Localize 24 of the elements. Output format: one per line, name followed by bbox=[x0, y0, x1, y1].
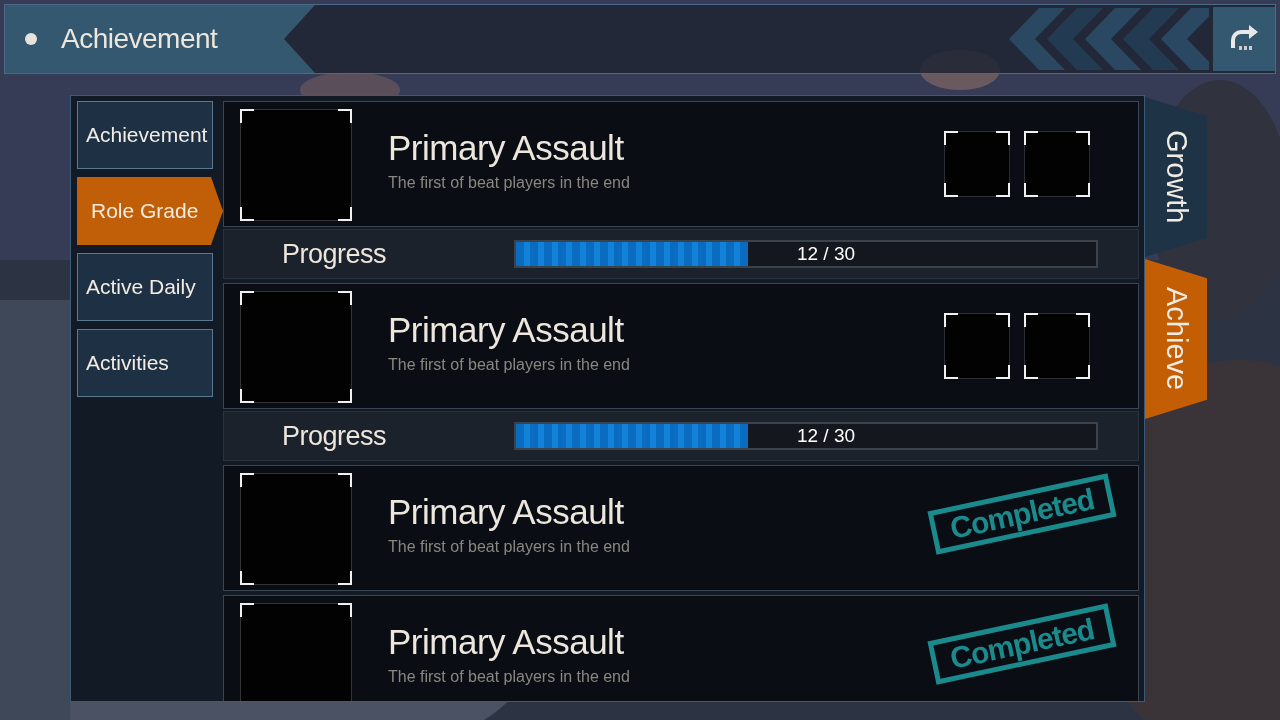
sidebar-tab[interactable]: Active Daily bbox=[77, 253, 213, 321]
bullet-icon bbox=[25, 33, 37, 45]
achievement-title: Primary Assault bbox=[388, 128, 625, 168]
progress-label: Progress bbox=[281, 238, 388, 270]
progress-reading: 12 / 30 bbox=[796, 243, 856, 265]
page-title: Achievement bbox=[61, 23, 218, 55]
sidebar-tab[interactable]: Role Grade bbox=[77, 177, 223, 245]
achievement-description: The first of beat players in the end bbox=[388, 174, 630, 192]
achievement-description: The first of beat players in the end bbox=[388, 538, 630, 556]
progress-reading: 12 / 30 bbox=[796, 425, 856, 447]
sidebar-tab[interactable]: Activities bbox=[77, 329, 213, 397]
chevrons-icon bbox=[1009, 8, 1209, 70]
achievement-title: Primary Assault bbox=[388, 492, 625, 532]
reward-slot bbox=[1024, 313, 1090, 379]
sidebar-tab[interactable]: Achievement bbox=[77, 101, 213, 169]
reward-slot bbox=[1024, 131, 1090, 197]
progress-label: Progress bbox=[281, 420, 388, 452]
achievement-description: The first of beat players in the end bbox=[388, 668, 630, 686]
return-button[interactable] bbox=[1213, 7, 1275, 71]
reward-slot bbox=[944, 313, 1010, 379]
achievement-title: Primary Assault bbox=[388, 310, 625, 350]
achievement-title: Primary Assault bbox=[388, 622, 625, 662]
reward-slot bbox=[944, 131, 1010, 197]
achievement-description: The first of beat players in the end bbox=[388, 356, 630, 374]
